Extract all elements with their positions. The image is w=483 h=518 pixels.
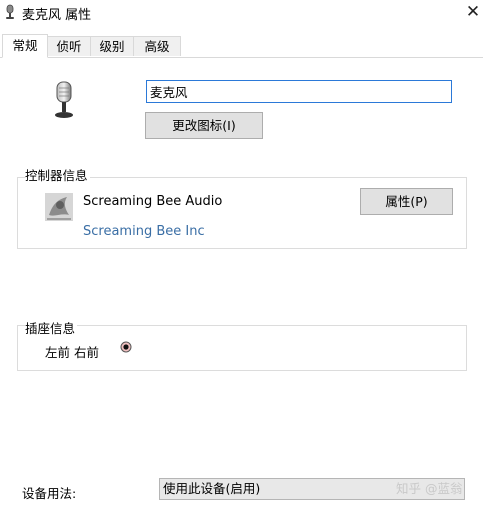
controller-image-icon [45, 193, 73, 221]
controller-vendor-link[interactable]: Screaming Bee Inc [83, 224, 205, 239]
microphone-icon [6, 4, 14, 19]
jack-dot-icon [120, 341, 132, 353]
device-usage-label: 设备用法: [22, 486, 77, 501]
controller-name: Screaming Bee Audio [83, 194, 223, 209]
window-title: 麦克风 属性 [22, 8, 92, 23]
tab-levels[interactable]: 级别 [90, 36, 134, 56]
close-button[interactable]: ✕ [462, 1, 483, 23]
tab-general[interactable]: 常规 [2, 34, 48, 58]
tab-strip: 常规 侦听 级别 高级 [0, 34, 483, 58]
controller-properties-button[interactable]: 属性(P) [360, 188, 453, 215]
change-icon-button[interactable]: 更改图标(I) [145, 112, 263, 139]
microphone-icon [55, 81, 73, 118]
jack-position-text: 左前 右前 [45, 345, 99, 360]
title-bar: 麦克风 属性 ✕ [0, 0, 483, 28]
controller-info-label: 控制器信息 [25, 165, 90, 184]
tab-advanced[interactable]: 高级 [133, 36, 181, 56]
tab-listen[interactable]: 侦听 [47, 36, 91, 56]
jack-info-label: 插座信息 [25, 318, 78, 337]
watermark: 知乎 @蓝翁 [396, 481, 463, 496]
device-name-input[interactable] [146, 80, 452, 103]
